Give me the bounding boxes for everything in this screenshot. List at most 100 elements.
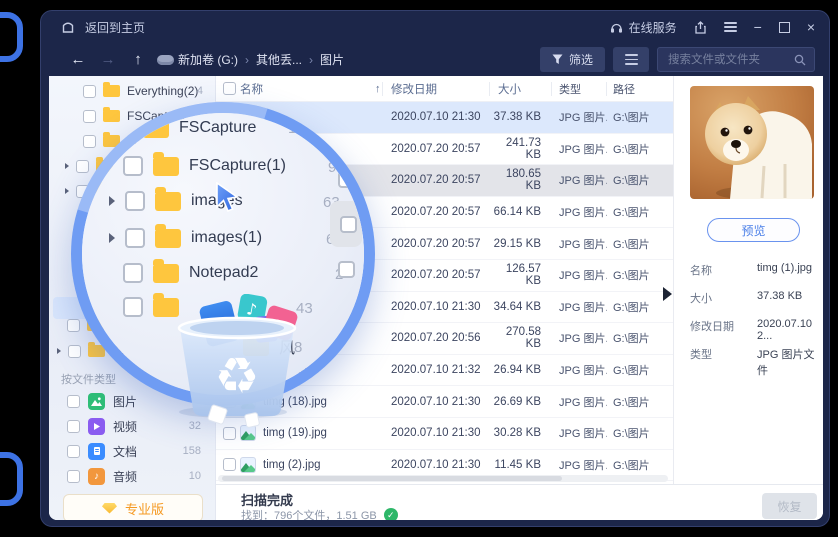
checkbox[interactable] xyxy=(67,420,80,433)
checkbox[interactable] xyxy=(76,160,89,173)
cell-path: G:\图片 xyxy=(607,204,673,220)
cell-size: 66.14 KB xyxy=(490,206,552,218)
select-all-checkbox[interactable] xyxy=(223,82,236,95)
pro-version-button[interactable]: 专业版 xyxy=(63,494,203,520)
sidebar-type-audio[interactable]: ♪ 音频 10 xyxy=(49,465,215,487)
expand-arrow-icon[interactable] xyxy=(65,163,69,169)
share-icon[interactable] xyxy=(694,21,707,34)
checkbox[interactable] xyxy=(83,85,96,98)
horizontal-scrollbar[interactable] xyxy=(218,475,668,482)
preview-collapse-arrow[interactable] xyxy=(663,287,672,301)
cell-type: JPG 图片... xyxy=(552,172,607,188)
cell-size: 126.57 KB xyxy=(490,263,552,287)
row-checkbox[interactable] xyxy=(223,427,236,440)
field-type: 类型 JPG 图片文件 xyxy=(690,346,815,362)
checkbox[interactable] xyxy=(83,135,96,148)
cell-path: G:\图片 xyxy=(607,394,673,410)
cell-date: 2020.07.10 21:32 xyxy=(383,364,490,376)
checkbox[interactable] xyxy=(67,395,80,408)
cell-path: G:\图片 xyxy=(607,236,673,252)
lens-count: 2 xyxy=(335,266,343,283)
menu-icon[interactable] xyxy=(724,22,737,33)
table-row[interactable]: timg (19).jpg 2020.07.10 21:30 30.28 KB … xyxy=(216,418,673,450)
col-path[interactable]: 路径 xyxy=(607,81,673,97)
nav-back-button[interactable]: ← xyxy=(69,51,87,68)
online-service[interactable]: 在线服务 xyxy=(610,19,677,36)
expand-arrow-icon[interactable] xyxy=(57,348,61,354)
minimize-button[interactable]: − xyxy=(754,20,762,34)
folder-icon xyxy=(155,192,181,211)
field-name: 名称 timg (1).jpg xyxy=(690,262,815,278)
cell-date: 2020.07.20 20:57 xyxy=(383,143,490,155)
decor-arc-top xyxy=(0,12,23,62)
headset-icon xyxy=(610,21,623,34)
field-size: 大小 37.38 KB xyxy=(690,290,815,306)
breadcrumb-drive[interactable]: 新加卷 (G:) xyxy=(178,51,238,68)
checkbox[interactable] xyxy=(83,110,96,123)
cell-type: JPG 图片... xyxy=(552,457,607,473)
col-name[interactable]: 名称 xyxy=(240,82,263,96)
sidebar-item-everything[interactable]: Everything(2) 4 xyxy=(49,80,215,102)
lens-count: 10 xyxy=(288,120,305,137)
content-area: Everything(2) 4 FSCapture FS xyxy=(49,76,823,520)
checkbox xyxy=(125,191,145,211)
back-home[interactable]: 返回到主页 xyxy=(41,19,145,36)
sidebar-type-videos[interactable]: 视频 32 xyxy=(49,415,215,437)
videos-icon xyxy=(88,418,105,435)
col-type[interactable]: 类型 xyxy=(552,82,607,96)
checkbox[interactable] xyxy=(67,470,80,483)
breadcrumb-mid[interactable]: 其他丢... xyxy=(256,51,302,68)
expand-arrow-icon[interactable] xyxy=(65,188,69,194)
cell-date: 2020.07.20 20:57 xyxy=(383,269,490,281)
cell-path: G:\图片 xyxy=(607,299,673,315)
folder-icon xyxy=(103,85,120,97)
cell-size: 34.64 KB xyxy=(490,301,552,313)
expand-arrow-icon xyxy=(109,196,115,206)
cell-path: G:\图片 xyxy=(607,457,673,473)
cell-date: 2020.07.20 20:57 xyxy=(383,174,490,186)
checkbox[interactable] xyxy=(67,319,80,332)
search-input[interactable] xyxy=(666,53,788,67)
cell-size: 11.45 KB xyxy=(490,459,552,471)
cell-type: JPG 图片... xyxy=(552,236,607,252)
cell-date: 2020.07.20 20:56 xyxy=(383,332,490,344)
lens-count: 63 xyxy=(323,194,340,211)
breadcrumb-leaf[interactable]: 图片 xyxy=(320,51,344,68)
col-size[interactable]: 大小 xyxy=(490,82,552,96)
nav-forward-button[interactable]: → xyxy=(99,51,117,68)
sidebar-type-documents[interactable]: 文档 158 xyxy=(49,440,215,462)
view-list-button[interactable] xyxy=(613,47,649,72)
type-count: 10 xyxy=(189,470,201,482)
recycle-bin-illustration: W ♪ ♻ xyxy=(167,294,307,418)
cell-type: JPG 图片... xyxy=(552,394,607,410)
close-button[interactable]: × xyxy=(807,20,815,34)
cell-date: 2020.07.10 21:30 xyxy=(383,301,490,313)
list-icon xyxy=(625,54,638,65)
checkbox xyxy=(125,228,145,248)
cell-size: 241.73 KB xyxy=(490,137,552,161)
paper-bit xyxy=(244,412,261,429)
sort-arrow-icon[interactable]: ↑ xyxy=(375,82,383,96)
cell-type: JPG 图片... xyxy=(552,204,607,220)
col-date[interactable]: 修改日期 xyxy=(383,82,490,96)
search-icon[interactable] xyxy=(794,54,806,66)
filter-button[interactable]: 筛选 xyxy=(540,47,605,72)
preview-panel: 预览 名称 timg (1).jpg 大小 37.38 KB 修改日期 2020… xyxy=(673,76,823,484)
recover-button[interactable]: 恢复 xyxy=(762,493,817,519)
checkbox[interactable] xyxy=(67,445,80,458)
type-count: 158 xyxy=(183,445,201,457)
cell-date: 2020.07.20 20:57 xyxy=(383,206,490,218)
row-checkbox[interactable] xyxy=(223,458,236,471)
checkbox[interactable] xyxy=(68,345,81,358)
cell-path: G:\图片 xyxy=(607,425,673,441)
success-check-icon: ✓ xyxy=(384,508,398,520)
nav-up-button[interactable]: ↑ xyxy=(129,51,147,68)
pictures-icon xyxy=(88,393,105,410)
decor-arc-bottom xyxy=(0,452,23,506)
preview-button[interactable]: 预览 xyxy=(707,218,800,242)
maximize-button[interactable] xyxy=(779,22,790,33)
scrollbar-thumb[interactable] xyxy=(222,476,562,481)
type-count: 32 xyxy=(189,420,201,432)
cell-size: 29.15 KB xyxy=(490,238,552,250)
cell-date: 2020.07.10 21:30 xyxy=(383,111,490,123)
